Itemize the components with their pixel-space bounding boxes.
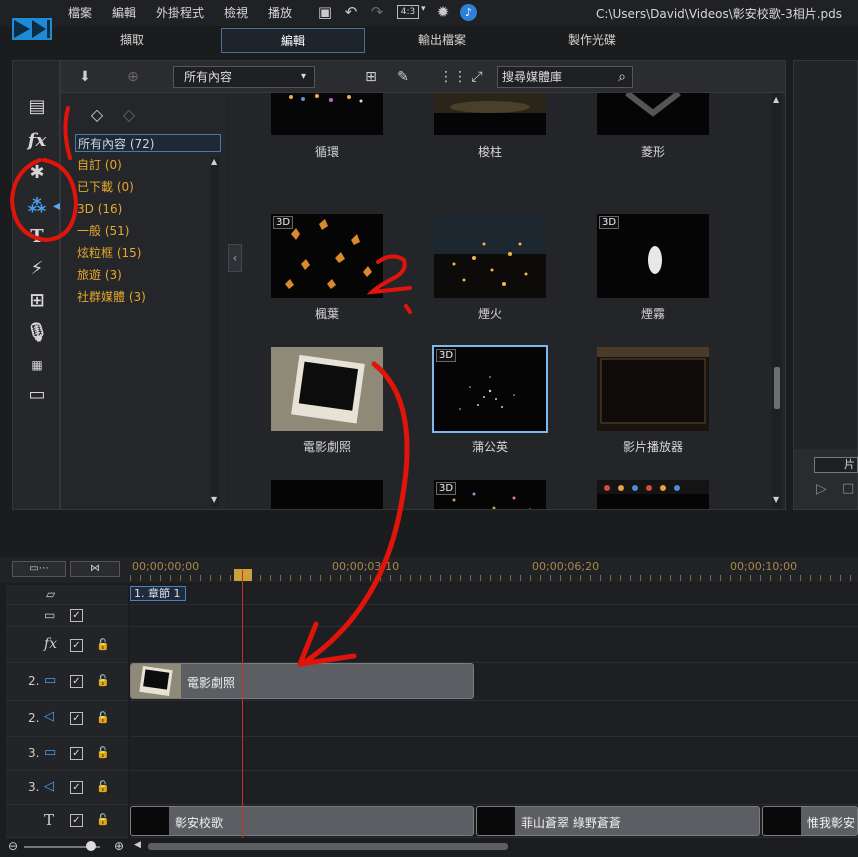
app-window: 檔案 編輯 外掛程式 檢視 播放 ▣ ↶ ↷ 4:3 ▾ ✹ ♪ C:\User… xyxy=(0,0,858,857)
annotation-overlay xyxy=(9,106,412,667)
